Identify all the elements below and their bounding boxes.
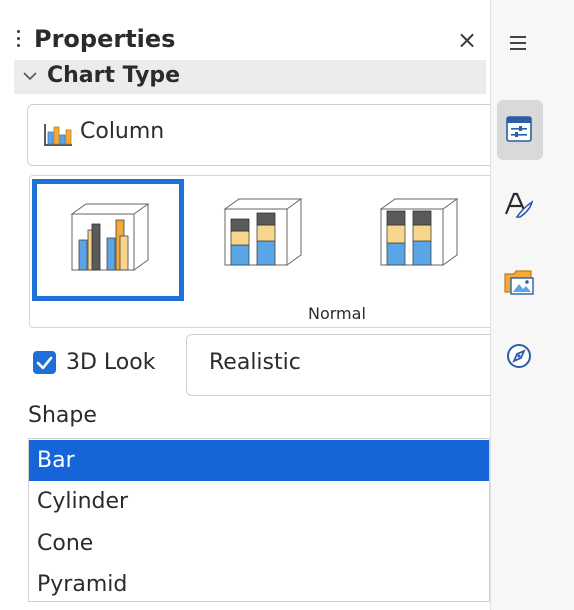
sidebar-tab-navigator[interactable]: [497, 334, 543, 380]
panel-title: Properties: [34, 25, 176, 53]
column-3d-stacked-thumbnail: [223, 198, 303, 266]
properties-panel: Properties × Chart Type Column Normal 3D…: [0, 0, 501, 610]
shape-option-pyramid[interactable]: Pyramid: [29, 564, 489, 601]
chart-type-value: Column: [80, 119, 165, 144]
styles-icon: [504, 192, 534, 218]
column-3d-percent-stacked-thumbnail: [379, 198, 459, 266]
sidebar-tab-gallery[interactable]: [497, 260, 543, 306]
variant-column-3d-normal[interactable]: [32, 179, 184, 301]
sidebar-tab-styles[interactable]: [497, 186, 543, 232]
shape-option-bar[interactable]: Bar: [29, 440, 489, 481]
properties-icon: [506, 116, 532, 142]
3d-look-label: 3D Look: [66, 350, 156, 375]
chevron-down-icon: [23, 72, 37, 81]
hamburger-menu-icon: [510, 36, 526, 50]
column-chart-icon: [44, 124, 72, 146]
sidebar-tab-properties[interactable]: [497, 100, 543, 160]
checkbox-checked-icon[interactable]: [33, 351, 56, 374]
shape-label: Shape: [28, 403, 97, 428]
shape-option-cone[interactable]: Cone: [29, 523, 489, 564]
chart-variant-gallery: Normal: [29, 175, 501, 328]
3d-scheme-dropdown[interactable]: Realistic: [186, 334, 498, 396]
chart-type-section-header[interactable]: Chart Type: [14, 60, 486, 94]
navigator-icon: [507, 344, 531, 368]
section-title: Chart Type: [47, 63, 181, 88]
shape-option-cylinder[interactable]: Cylinder: [29, 481, 489, 522]
variant-column-3d-stacked[interactable]: [190, 179, 338, 295]
gallery-icon: [504, 270, 534, 295]
shape-listbox[interactable]: Bar Cylinder Cone Pyramid: [28, 438, 490, 602]
drag-grip-icon[interactable]: [17, 30, 21, 56]
close-button[interactable]: ×: [455, 26, 479, 54]
column-3d-normal-thumbnail: [70, 203, 150, 271]
3d-scheme-value: Realistic: [209, 350, 301, 375]
sidebar-tab-bar: [490, 0, 574, 610]
variant-column-3d-percent-stacked[interactable]: [346, 179, 494, 295]
chart-type-dropdown[interactable]: Column: [27, 104, 499, 166]
sidebar-menu-button[interactable]: [508, 22, 554, 68]
variant-caption: Normal: [308, 304, 366, 323]
